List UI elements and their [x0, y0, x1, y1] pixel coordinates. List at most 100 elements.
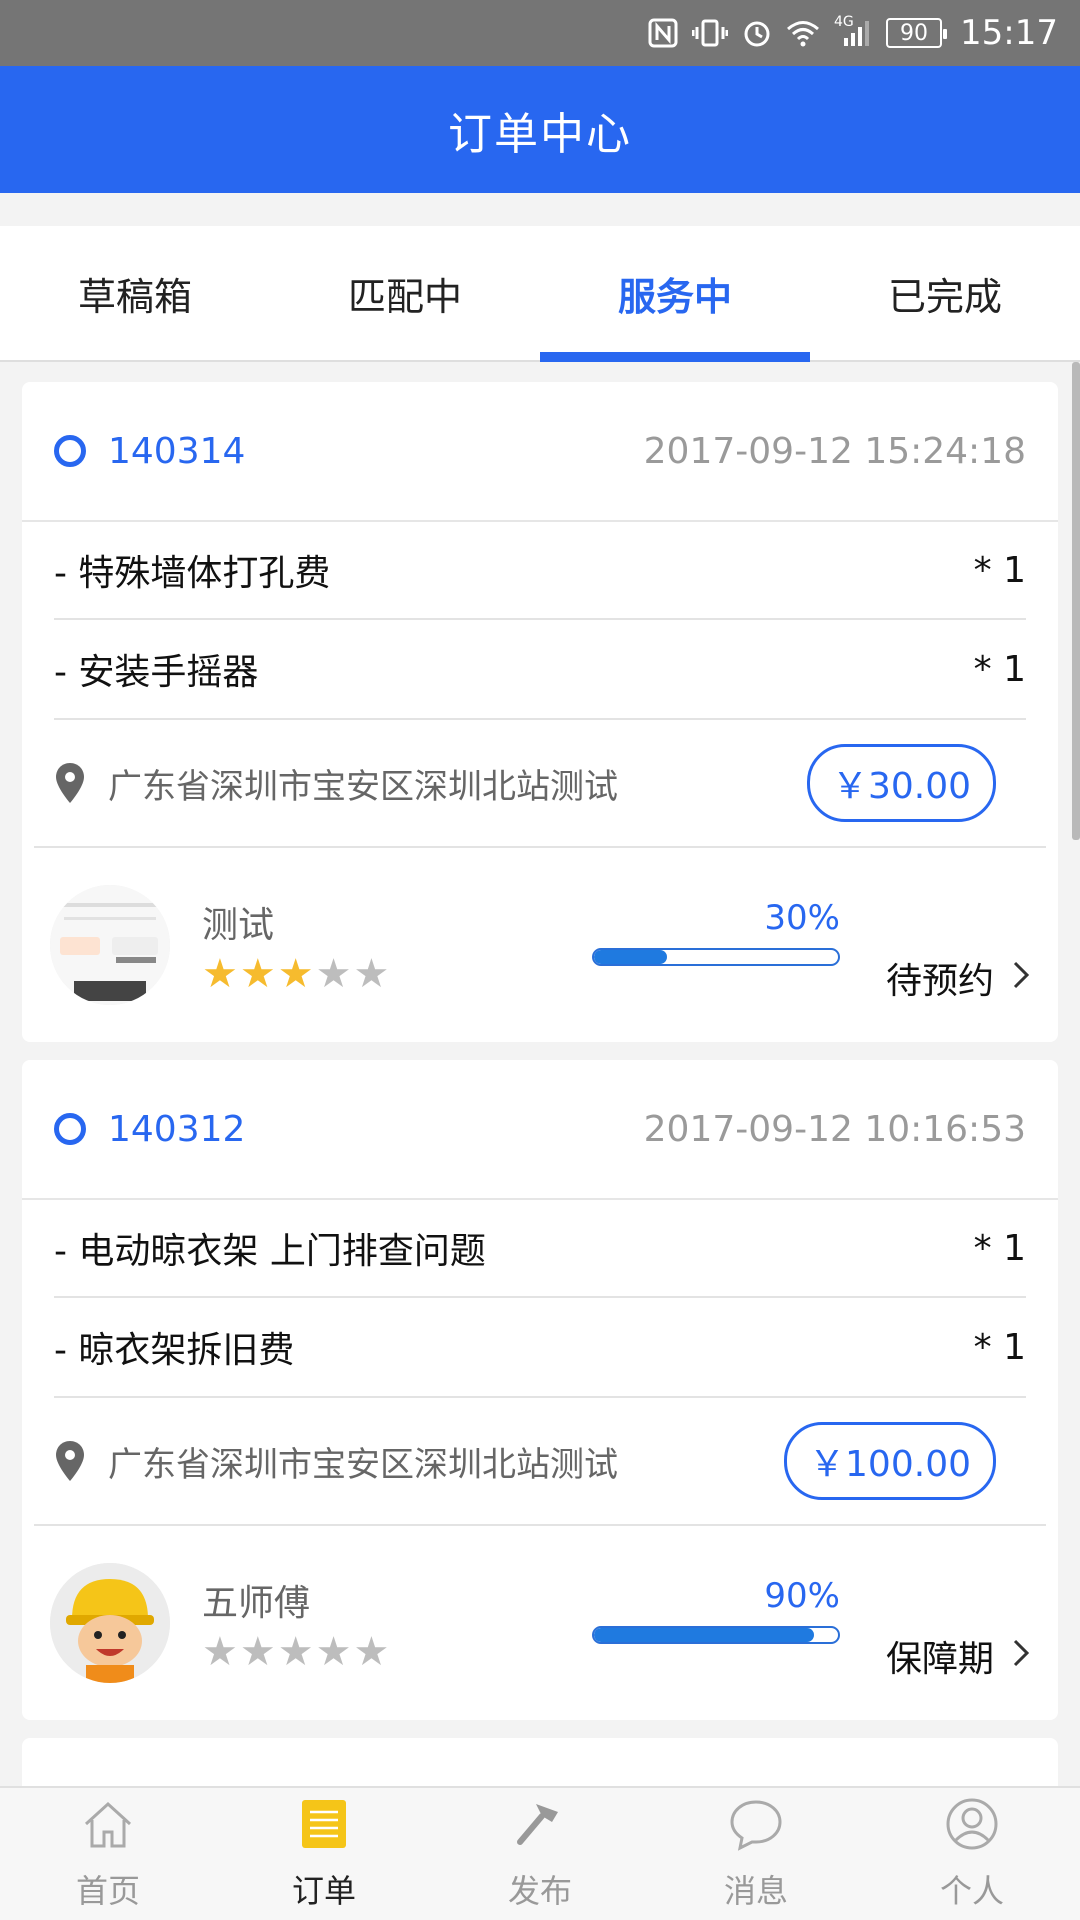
- progress: 30%: [592, 898, 840, 966]
- star-icon: ★: [239, 951, 276, 997]
- service-item-name: - 电动晾衣架 上门排查问题: [54, 1231, 486, 1272]
- worker-rating: ★ ★ ★ ★ ★: [202, 1632, 442, 1672]
- battery-indicator: 90: [886, 18, 948, 48]
- alarm-icon: [742, 18, 772, 48]
- progress: 90%: [592, 1576, 840, 1644]
- nav-orders[interactable]: 订单: [216, 1788, 432, 1920]
- order-time: 2017-09-12 10:16:53: [643, 1108, 1026, 1150]
- worker-avatar: [50, 885, 170, 1005]
- bottom-navigation: 首页 订单 发布 消息 个人: [0, 1786, 1080, 1920]
- service-item-qty: * 1: [973, 648, 1026, 690]
- service-item: - 晾衣架拆旧费 * 1: [54, 1298, 1026, 1396]
- order-time: 2017-09-12 15:24:18: [643, 430, 1026, 472]
- tab-drafts[interactable]: 草稿箱: [0, 226, 270, 360]
- star-icon: ★: [277, 951, 314, 997]
- service-item-name: - 特殊墙体打孔费: [54, 553, 331, 594]
- worker-info: 五师傅 ★ ★ ★ ★ ★: [202, 1574, 442, 1672]
- order-card-header: 140312 2017-09-12 10:16:53: [22, 1060, 1058, 1200]
- order-card[interactable]: 140312 2017-09-12 10:16:53 - 电动晾衣架 上门排查问…: [22, 1060, 1058, 1720]
- worker-row[interactable]: 测试 ★ ★ ★ ★ ★ 30% 待预约: [22, 848, 1058, 1042]
- worker-row[interactable]: 五师傅 ★ ★ ★ ★ ★ 90% 保障期: [22, 1526, 1058, 1720]
- vibrate-icon: [692, 18, 729, 48]
- worker-info: 测试 ★ ★ ★ ★ ★: [202, 896, 442, 994]
- network-type-label: 4G: [834, 14, 854, 30]
- wifi-icon: [786, 19, 820, 47]
- tab-in-service[interactable]: 服务中: [540, 226, 810, 362]
- star-icon: ★: [315, 1629, 352, 1675]
- service-address: 广东省深圳市宝安区深圳北站测试: [108, 1444, 618, 1485]
- order-list[interactable]: 140314 2017-09-12 15:24:18 - 特殊墙体打孔费 * 1…: [22, 382, 1058, 1786]
- order-card-partial[interactable]: [22, 1738, 1058, 1786]
- service-item-qty: * 1: [973, 1227, 1026, 1269]
- chevron-right-icon: [1012, 958, 1030, 999]
- nav-home[interactable]: 首页: [0, 1788, 216, 1920]
- nav-label: 个人: [939, 1872, 1004, 1910]
- progress-fill: [594, 950, 668, 964]
- nav-messages[interactable]: 消息: [648, 1788, 864, 1920]
- progress-fill: [594, 1628, 814, 1642]
- price-badge: ￥30.00: [806, 744, 996, 822]
- star-icon: ★: [202, 951, 238, 997]
- worker-avatar: [50, 1563, 170, 1683]
- nav-label: 消息: [723, 1872, 788, 1910]
- address-row: 广东省深圳市宝安区深圳北站测试 ￥30.00: [34, 720, 1046, 848]
- progress-bar: [592, 1626, 840, 1644]
- service-item-name: - 晾衣架拆旧费: [54, 1330, 295, 1371]
- progress-percent: 30%: [764, 898, 840, 938]
- star-icon: ★: [315, 951, 352, 997]
- order-status-link[interactable]: 待预约: [886, 952, 1030, 1004]
- worker-name: 测试: [202, 905, 275, 946]
- service-item-qty: * 1: [973, 549, 1026, 591]
- location-pin-icon: [54, 761, 86, 805]
- order-status-tabs: 草稿箱 匹配中 服务中 已完成: [0, 226, 1080, 362]
- orders-icon: [296, 1796, 352, 1852]
- page-title: 订单中心: [448, 108, 632, 160]
- star-icon: ★: [239, 1629, 276, 1675]
- cellular-signal-icon: 4G: [834, 14, 872, 48]
- price-badge: ￥100.00: [784, 1422, 996, 1500]
- service-item: - 特殊墙体打孔费 * 1: [54, 522, 1026, 620]
- service-item-qty: * 1: [973, 1326, 1026, 1368]
- worker-rating: ★ ★ ★ ★ ★: [202, 954, 442, 994]
- clock: 15:17: [960, 13, 1058, 53]
- hammer-icon: [512, 1796, 568, 1852]
- order-status-ring-icon: [54, 1113, 86, 1145]
- star-icon: ★: [277, 1629, 314, 1675]
- service-item: - 安装手摇器 * 1: [54, 620, 1026, 718]
- order-status: 待预约: [885, 961, 994, 1002]
- service-item: - 电动晾衣架 上门排查问题 * 1: [54, 1200, 1026, 1298]
- progress-percent: 90%: [764, 1576, 840, 1616]
- star-icon: ★: [353, 951, 390, 997]
- order-status-link[interactable]: 保障期: [886, 1630, 1030, 1682]
- order-status-ring-icon: [54, 435, 86, 467]
- nav-label: 订单: [291, 1872, 356, 1910]
- tab-matching[interactable]: 匹配中: [270, 226, 540, 360]
- order-card[interactable]: 140314 2017-09-12 15:24:18 - 特殊墙体打孔费 * 1…: [22, 382, 1058, 1042]
- system-status-bar: 4G 90 15:17: [0, 0, 1080, 66]
- address-row: 广东省深圳市宝安区深圳北站测试 ￥100.00: [34, 1398, 1046, 1526]
- profile-icon: [944, 1796, 1000, 1852]
- service-address: 广东省深圳市宝安区深圳北站测试: [108, 766, 618, 807]
- worker-name: 五师傅: [202, 1583, 311, 1624]
- service-item-name: - 安装手摇器: [54, 652, 259, 693]
- star-icon: ★: [202, 1629, 238, 1675]
- home-icon: [80, 1796, 136, 1852]
- nav-label: 首页: [75, 1872, 140, 1910]
- nfc-icon: [648, 18, 678, 48]
- tab-completed[interactable]: 已完成: [810, 226, 1080, 360]
- order-number: 140314: [108, 430, 246, 472]
- nav-publish[interactable]: 发布: [432, 1788, 648, 1920]
- order-number: 140312: [108, 1108, 246, 1150]
- order-status: 保障期: [885, 1639, 994, 1680]
- location-pin-icon: [54, 1439, 86, 1483]
- nav-profile[interactable]: 个人: [864, 1788, 1080, 1920]
- message-icon: [728, 1796, 784, 1852]
- order-card-header: 140314 2017-09-12 15:24:18: [22, 382, 1058, 522]
- progress-bar: [592, 948, 840, 966]
- chevron-right-icon: [1012, 1636, 1030, 1677]
- nav-label: 发布: [507, 1872, 572, 1910]
- star-icon: ★: [353, 1629, 390, 1675]
- status-icons: 4G 90 15:17: [648, 0, 1058, 66]
- app-bar: 订单中心: [0, 66, 1080, 193]
- scrollbar[interactable]: [1072, 362, 1080, 840]
